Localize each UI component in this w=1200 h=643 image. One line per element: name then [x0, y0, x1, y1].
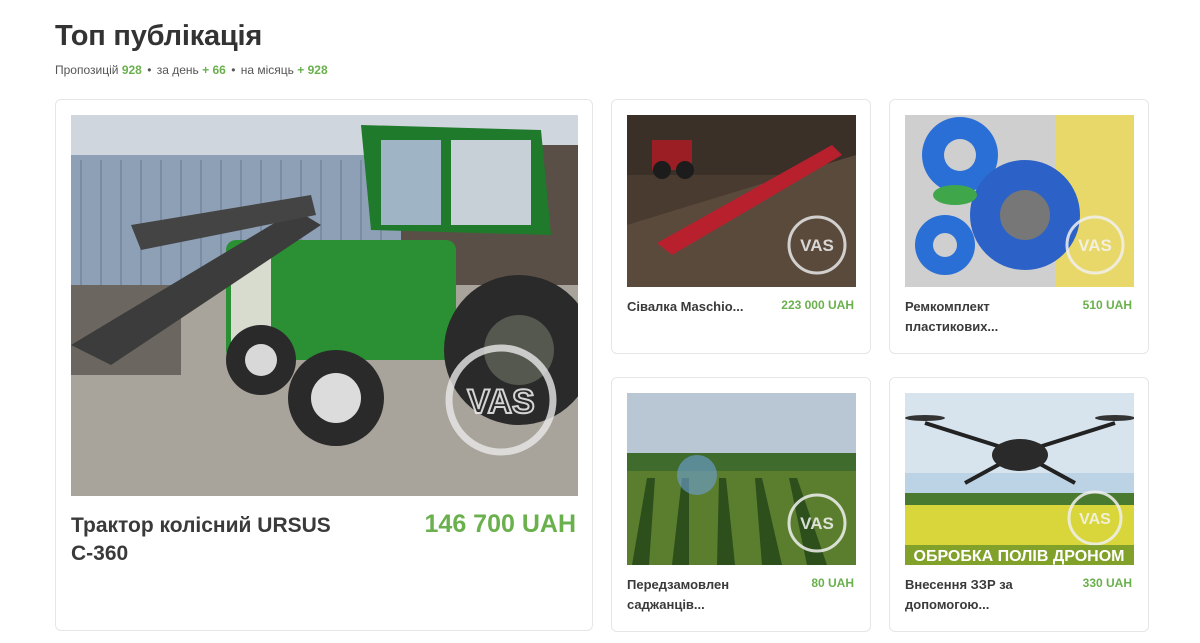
- listing-card-saplings[interactable]: VAS Передзамовлен саджанців... 80 UAH: [611, 377, 871, 632]
- offers-label: Пропозицій: [55, 63, 119, 77]
- listing-title[interactable]: Внесення ЗЗР за допомогою...: [905, 575, 1035, 615]
- listing-price: 223 000 UAH: [781, 298, 854, 312]
- vas-watermark: VAS: [800, 236, 834, 255]
- listing-photo-drone[interactable]: VAS ОБРОБКА ПОЛІВ ДРОНОМ: [905, 393, 1134, 565]
- publication-stats: Пропозицій 928 • за день + 66 • на місяц…: [55, 63, 328, 77]
- listing-card-seeder[interactable]: VAS Сівалка Maschio... 223 000 UAH: [611, 99, 871, 354]
- listing-photo-repair-kit[interactable]: VAS: [905, 115, 1134, 287]
- offers-count: 928: [121, 63, 142, 77]
- listing-photo-saplings[interactable]: VAS: [627, 393, 856, 565]
- vas-watermark: VAS: [1078, 236, 1112, 255]
- listing-title[interactable]: Ремкомплект пластикових...: [905, 297, 1035, 337]
- listing-title[interactable]: Сівалка Maschio...: [627, 297, 757, 317]
- listing-card-drone-spraying[interactable]: VAS ОБРОБКА ПОЛІВ ДРОНОМ Внесення ЗЗР за…: [889, 377, 1149, 632]
- per-day-label: за день: [156, 63, 199, 77]
- per-month-label: на місяць: [240, 63, 294, 77]
- per-month-count: + 928: [297, 63, 328, 77]
- vas-watermark: VAS: [1079, 511, 1111, 528]
- listing-photo-seeder[interactable]: VAS: [627, 115, 856, 287]
- vas-watermark: VAS: [467, 383, 534, 421]
- listing-title[interactable]: Передзамовлен саджанців...: [627, 575, 757, 615]
- drone-banner-text: ОБРОБКА ПОЛІВ ДРОНОМ: [914, 548, 1125, 565]
- listing-title[interactable]: Трактор колісний URSUS C-360: [71, 512, 341, 568]
- separator-dot: •: [147, 63, 152, 77]
- separator-dot: •: [231, 63, 236, 77]
- vas-watermark: VAS: [800, 514, 834, 533]
- section-title: Топ публікація: [55, 20, 263, 52]
- per-day-count: + 66: [202, 63, 226, 77]
- listing-price: 146 700 UAH: [424, 510, 576, 538]
- listing-photo-tractor[interactable]: VAS: [71, 115, 578, 496]
- listing-price: 510 UAH: [1082, 298, 1132, 312]
- top-publications-header: Топ публікація Пропозицій 928 • за день …: [55, 20, 328, 77]
- listing-price: 80 UAH: [811, 576, 854, 590]
- listing-card-tractor[interactable]: VAS Трактор колісний URSUS C-360 146 700…: [55, 99, 593, 631]
- listing-price: 330 UAH: [1082, 576, 1132, 590]
- listing-card-repair-kit[interactable]: VAS Ремкомплект пластикових... 510 UAH: [889, 99, 1149, 354]
